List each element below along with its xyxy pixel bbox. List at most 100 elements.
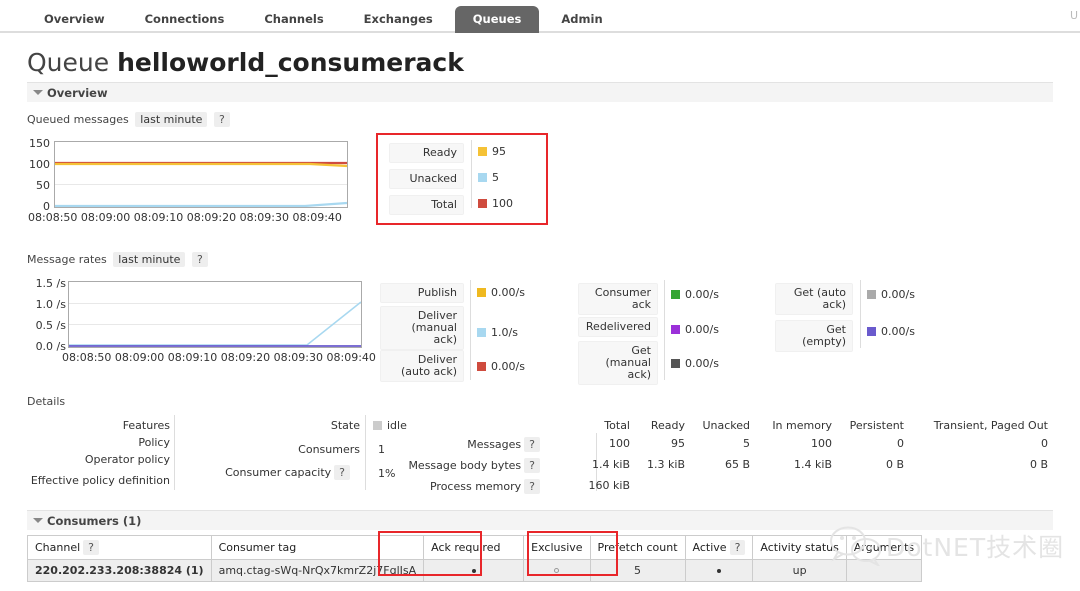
legend-label-ready: Ready <box>389 143 464 163</box>
col-prefetch-count[interactable]: Prefetch count <box>589 535 686 560</box>
qm-ytick-150: 150 <box>29 137 50 150</box>
detail-label-effective-policy: Effective policy definition <box>30 474 170 487</box>
rate-value-get-manual-ack: 0.00/s <box>671 357 719 370</box>
swatch-deliver-manual <box>477 328 486 337</box>
msg-val-ready-1: 1.3 kiB <box>647 458 685 471</box>
channel-help-icon[interactable]: ? <box>83 540 100 555</box>
cell-channel[interactable]: 220.202.233.208:38824 (1) <box>27 559 212 582</box>
details-divider-2 <box>365 415 366 490</box>
msg-header-in-memory: In memory <box>772 419 832 432</box>
detail-label-consumers: Consumers <box>298 443 360 456</box>
rate-value-get-auto-ack: 0.00/s <box>867 288 915 301</box>
message-rates-period[interactable]: last minute <box>113 252 186 267</box>
exclusive-circle-icon <box>554 568 560 573</box>
cell-ack-required <box>423 559 525 582</box>
rate-value-deliver-manual-ack: 1.0/s <box>477 326 518 339</box>
msg-val-persistent-1: 0 B <box>885 458 904 471</box>
cell-active <box>684 559 754 582</box>
tab-exchanges[interactable]: Exchanges <box>346 6 451 33</box>
nav-tab-list: Overview Connections Channels Exchanges … <box>26 6 625 33</box>
legend-divider <box>471 140 472 208</box>
body-bytes-help-icon[interactable]: ? <box>524 458 540 473</box>
rate-label-get-empty: Get (empty) <box>775 320 853 352</box>
message-rates-plot <box>68 281 362 348</box>
tab-connections[interactable]: Connections <box>127 6 243 33</box>
legend-value-unacked: 5 <box>478 171 499 184</box>
legend-label-total: Total <box>389 195 464 215</box>
main-navigation: Overview Connections Channels Exchanges … <box>0 0 1080 33</box>
swatch-ready <box>478 147 487 156</box>
col-consumer-tag[interactable]: Consumer tag <box>210 535 425 560</box>
page-title: Queue helloworld_consumerack <box>27 48 464 77</box>
wechat-logo-icon <box>830 526 881 568</box>
consumers-section-header[interactable]: Consumers (1) <box>27 510 1053 530</box>
rate-label-get-auto-ack: Get (auto ack) <box>775 283 853 315</box>
queued-messages-help-icon[interactable]: ? <box>213 112 230 127</box>
col-exclusive[interactable]: Exclusive <box>523 535 591 560</box>
consumers-table: Channel? Consumer tag Ack required Exclu… <box>27 535 923 582</box>
watermark-text: DotNET技术圈 <box>886 533 1065 562</box>
watermark: DotNET技术圈 <box>828 526 1063 572</box>
tab-admin[interactable]: Admin <box>543 6 620 33</box>
detail-value-state: idle <box>373 419 407 432</box>
detail-label-operator-policy: Operator policy <box>84 453 170 466</box>
detail-label-state: State <box>330 419 360 432</box>
msg-val-total-2: 160 kiB <box>588 479 630 492</box>
rates-divider-3 <box>860 280 861 348</box>
msg-val-unacked-1: 65 B <box>724 458 750 471</box>
col-active[interactable]: Active? <box>684 535 754 560</box>
overview-section-header[interactable]: Overview <box>27 82 1053 102</box>
rate-label-redelivered: Redelivered <box>578 317 658 337</box>
table-row: 220.202.233.208:38824 (1) amq.ctag-sWq-N… <box>27 559 923 582</box>
active-dot-icon <box>716 569 721 573</box>
mr-ytick-15: 1.5 /s <box>35 277 66 290</box>
legend-label-unacked: Unacked <box>389 169 464 189</box>
qm-ytick-100: 100 <box>29 158 50 171</box>
table-header-row: Channel? Consumer tag Ack required Exclu… <box>27 535 923 560</box>
swatch-deliver-auto <box>477 362 486 371</box>
rate-label-deliver-auto-ack: Deliver (auto ack) <box>380 350 464 382</box>
detail-label-consumer-capacity: Consumer capacity? <box>190 465 350 480</box>
msg-val-unacked-0: 5 <box>743 437 750 450</box>
collapse-triangle-icon-consumers <box>33 518 43 523</box>
rate-label-get-manual-ack: Get (manual ack) <box>578 341 658 385</box>
msg-row-label-body-bytes: Message body bytes? <box>405 458 540 473</box>
qm-series-svg <box>55 161 347 207</box>
rate-value-publish: 0.00/s <box>477 286 525 299</box>
col-ack-required[interactable]: Ack required <box>423 535 525 560</box>
page-title-prefix: Queue <box>27 48 110 77</box>
queued-messages-period[interactable]: last minute <box>135 112 208 127</box>
msg-header-ready: Ready <box>650 419 685 432</box>
detail-label-policy: Policy <box>138 436 170 449</box>
msg-header-total: Total <box>604 419 630 432</box>
rate-value-consumer-ack: 0.00/s <box>671 288 719 301</box>
swatch-redelivered <box>671 325 680 334</box>
details-divider-1 <box>174 415 175 490</box>
qm-ytick-50: 50 <box>36 179 50 192</box>
active-help-icon[interactable]: ? <box>729 540 746 555</box>
detail-value-consumer-capacity: 1% <box>378 467 396 480</box>
swatch-get-empty <box>867 327 876 336</box>
process-memory-help-icon[interactable]: ? <box>524 479 540 494</box>
nav-user-label: U <box>1069 9 1078 22</box>
messages-help-icon[interactable]: ? <box>524 437 540 452</box>
mr-ytick-05: 0.5 /s <box>35 319 66 332</box>
rates-divider-2 <box>664 280 665 380</box>
message-rates-help-icon[interactable]: ? <box>191 252 208 267</box>
msg-header-transient-paged-out: Transient, Paged Out <box>933 419 1048 432</box>
tab-channels[interactable]: Channels <box>246 6 341 33</box>
col-channel[interactable]: Channel? <box>27 535 212 560</box>
msg-val-inmemory-0: 100 <box>811 437 832 450</box>
detail-label-features: Features <box>122 419 170 432</box>
queued-messages-title: Queued messages <box>27 113 129 126</box>
collapse-triangle-icon <box>33 90 43 95</box>
tab-queues[interactable]: Queues <box>454 6 540 33</box>
tab-overview[interactable]: Overview <box>26 6 123 33</box>
rabbitmq-queue-page: Overview Connections Channels Exchanges … <box>0 0 1080 591</box>
page-title-queue-name: helloworld_consumerack <box>117 48 464 77</box>
rate-label-publish: Publish <box>380 283 464 303</box>
cell-prefetch-count: 5 <box>589 559 686 582</box>
queued-messages-header: Queued messages last minute ? <box>27 112 230 127</box>
consumer-capacity-help-icon[interactable]: ? <box>334 465 350 480</box>
msg-row-label-messages: Messages? <box>440 437 540 452</box>
